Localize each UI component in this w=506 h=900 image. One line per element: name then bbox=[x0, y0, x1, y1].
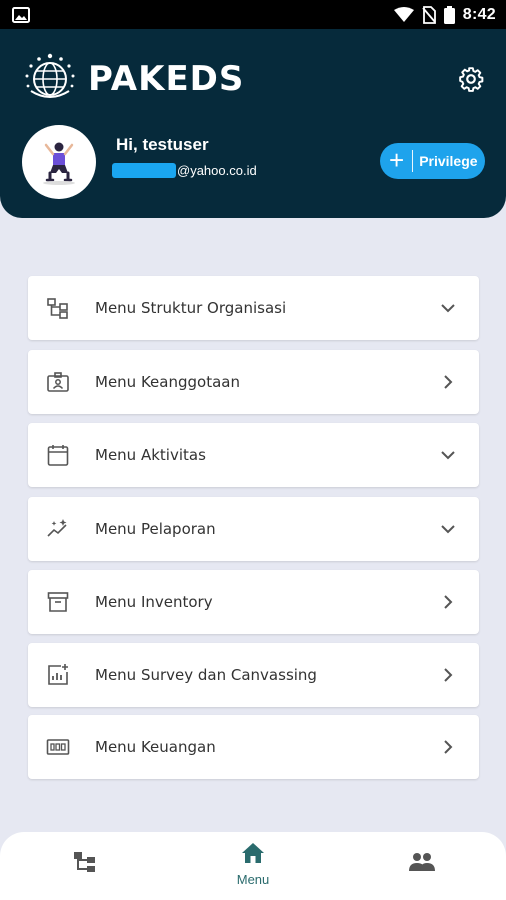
privilege-label: Privilege bbox=[419, 153, 478, 169]
chevron-right-icon bbox=[444, 668, 453, 682]
org-structure-icon bbox=[74, 852, 95, 872]
people-icon bbox=[409, 853, 435, 871]
email-domain: @yahoo.co.id bbox=[177, 163, 257, 178]
chevron-down-icon bbox=[441, 304, 455, 313]
menu-item-struktur-organisasi[interactable]: Menu Struktur Organisasi bbox=[28, 276, 479, 340]
chevron-down-icon bbox=[441, 525, 455, 534]
menu-item-inventory[interactable]: Menu Inventory bbox=[28, 570, 479, 634]
bottom-nav: Menu bbox=[0, 832, 506, 900]
plus-icon: + bbox=[389, 144, 405, 175]
menu-item-keanggotaan[interactable]: Menu Keanggotaan bbox=[28, 350, 479, 414]
user-avatar-illustration bbox=[43, 142, 75, 185]
globe-stars-logo-icon bbox=[25, 53, 75, 98]
wifi-icon bbox=[393, 6, 414, 22]
menu-item-label: Menu Keanggotaan bbox=[95, 373, 240, 391]
battery-icon bbox=[443, 5, 455, 24]
nav-item-organization[interactable] bbox=[40, 832, 130, 900]
profile-header: PAKEDS Hi, testuser @yahoo.co.id + Privi… bbox=[0, 29, 506, 218]
user-greeting: Hi, testuser bbox=[116, 135, 209, 154]
menu-item-pelaporan[interactable]: Menu Pelaporan bbox=[28, 497, 479, 561]
email-redaction bbox=[112, 163, 176, 178]
money-counter-icon bbox=[46, 739, 70, 755]
chevron-down-icon bbox=[441, 451, 455, 460]
chevron-right-icon bbox=[444, 595, 453, 609]
nav-label-menu: Menu bbox=[236, 872, 270, 887]
app-logo: PAKEDS bbox=[22, 51, 244, 107]
user-email: @yahoo.co.id bbox=[112, 163, 257, 178]
home-icon bbox=[242, 843, 264, 863]
gear-icon[interactable] bbox=[458, 66, 484, 92]
menu-item-keuangan[interactable]: Menu Keuangan bbox=[28, 715, 479, 779]
nav-item-members[interactable] bbox=[378, 832, 468, 900]
menu-item-aktivitas[interactable]: Menu Aktivitas bbox=[28, 423, 479, 487]
menu-item-label: Menu Aktivitas bbox=[95, 446, 206, 464]
menu-item-label: Menu Struktur Organisasi bbox=[95, 299, 287, 317]
menu-item-label: Menu Keuangan bbox=[95, 738, 216, 756]
image-icon bbox=[12, 6, 30, 23]
privilege-button[interactable]: + Privilege bbox=[380, 143, 485, 179]
avatar[interactable] bbox=[22, 125, 96, 199]
menu-item-label: Menu Pelaporan bbox=[95, 520, 216, 538]
sparkle-chart-icon bbox=[47, 519, 67, 537]
archive-box-icon bbox=[47, 592, 69, 612]
status-time: 8:42 bbox=[462, 5, 496, 23]
nav-item-menu[interactable]: Menu bbox=[208, 832, 298, 900]
chevron-right-icon bbox=[444, 740, 453, 754]
status-bar: 8:42 bbox=[0, 0, 506, 29]
menu-item-survey-canvassing[interactable]: Menu Survey dan Canvassing bbox=[28, 643, 479, 707]
no-sim-icon bbox=[422, 5, 436, 24]
divider bbox=[412, 150, 414, 172]
chevron-right-icon bbox=[444, 375, 453, 389]
survey-chart-icon bbox=[48, 664, 68, 685]
menu-item-label: Menu Survey dan Canvassing bbox=[95, 666, 317, 684]
calendar-icon bbox=[47, 445, 69, 466]
menu-item-label: Menu Inventory bbox=[95, 593, 213, 611]
org-structure-icon bbox=[47, 298, 68, 319]
member-card-icon bbox=[47, 372, 69, 392]
app-name: PAKEDS bbox=[88, 59, 245, 99]
